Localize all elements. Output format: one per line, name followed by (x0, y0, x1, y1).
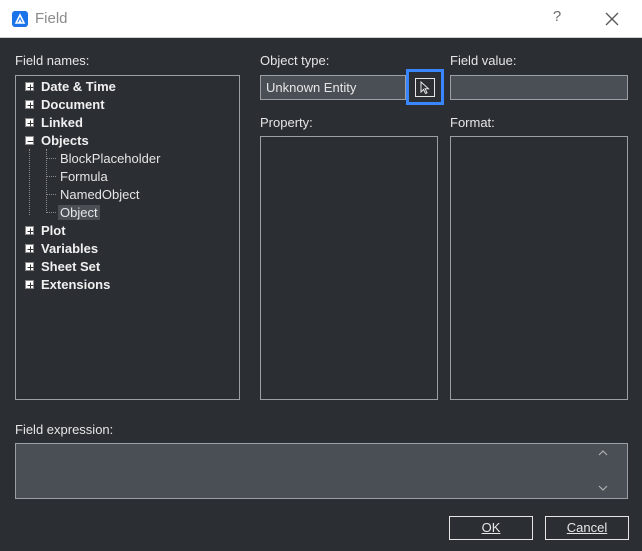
tree-item-label: Objects (41, 133, 89, 148)
tree-item-label: Plot (41, 223, 66, 238)
tree-item-label: Variables (41, 241, 99, 256)
tree-item-formula[interactable]: Formula (60, 168, 108, 185)
scroll-up-icon[interactable] (596, 447, 610, 459)
tree-item-label: NamedObject (60, 187, 140, 202)
tree-item-label: Extensions (41, 277, 111, 292)
tree-item-object[interactable]: Object (58, 204, 100, 221)
expand-icon[interactable] (25, 244, 34, 253)
object-type-field[interactable]: Unknown Entity (260, 75, 406, 100)
format-label: Format: (450, 115, 495, 130)
expand-icon[interactable] (25, 82, 34, 91)
field-names-tree[interactable]: Date & Time Document Linked Objects Bloc… (15, 75, 240, 400)
tree-item-label-selected: Object (58, 205, 100, 220)
help-button[interactable]: ? (548, 8, 566, 28)
field-names-label: Field names: (15, 53, 90, 68)
tree-item-namedobject[interactable]: NamedObject (60, 186, 139, 203)
field-value-field[interactable] (450, 75, 628, 100)
field-expression-label: Field expression: (15, 422, 114, 437)
select-object-button[interactable] (406, 69, 444, 105)
object-type-value: Unknown Entity (266, 80, 357, 95)
app-icon (12, 11, 28, 27)
collapse-icon[interactable] (25, 136, 34, 145)
title-bar: Field ? (0, 0, 642, 38)
expand-icon[interactable] (25, 100, 34, 109)
window-title: Field (35, 10, 68, 27)
expand-icon[interactable] (25, 118, 34, 127)
tree-connector (46, 158, 56, 159)
tree-item-label: Document (41, 97, 105, 112)
close-icon (605, 12, 619, 26)
select-object-icon (415, 78, 435, 97)
close-button[interactable] (602, 9, 622, 29)
cancel-button-label: Cancel (566, 520, 608, 535)
help-icon: ? (552, 8, 562, 25)
tree-connector (46, 149, 47, 213)
field-value-label: Field value: (450, 53, 517, 68)
tree-connector (46, 176, 56, 177)
ok-button-label: OK (481, 520, 501, 535)
scroll-down-icon[interactable] (596, 482, 610, 494)
cancel-button[interactable]: Cancel (545, 516, 629, 540)
tree-item-label: BlockPlaceholder (60, 151, 161, 166)
expand-icon[interactable] (25, 280, 34, 289)
tree-item-label: Linked (41, 115, 83, 130)
expand-icon[interactable] (25, 226, 34, 235)
tree-item-label: Formula (60, 169, 108, 184)
object-type-label: Object type: (260, 53, 330, 68)
property-list[interactable] (260, 136, 438, 400)
tree-connector (29, 149, 30, 215)
expand-icon[interactable] (25, 262, 34, 271)
tree-item-label: Sheet Set (41, 259, 101, 274)
field-expression-textarea[interactable] (15, 443, 628, 499)
tree-connector (46, 212, 56, 213)
tree-connector (46, 194, 56, 195)
tree-item-label: Date & Time (41, 79, 116, 94)
tree-item-blockplaceholder[interactable]: BlockPlaceholder (60, 150, 160, 167)
ok-button[interactable]: OK (449, 516, 533, 540)
property-label: Property: (260, 115, 313, 130)
format-list[interactable] (450, 136, 628, 400)
